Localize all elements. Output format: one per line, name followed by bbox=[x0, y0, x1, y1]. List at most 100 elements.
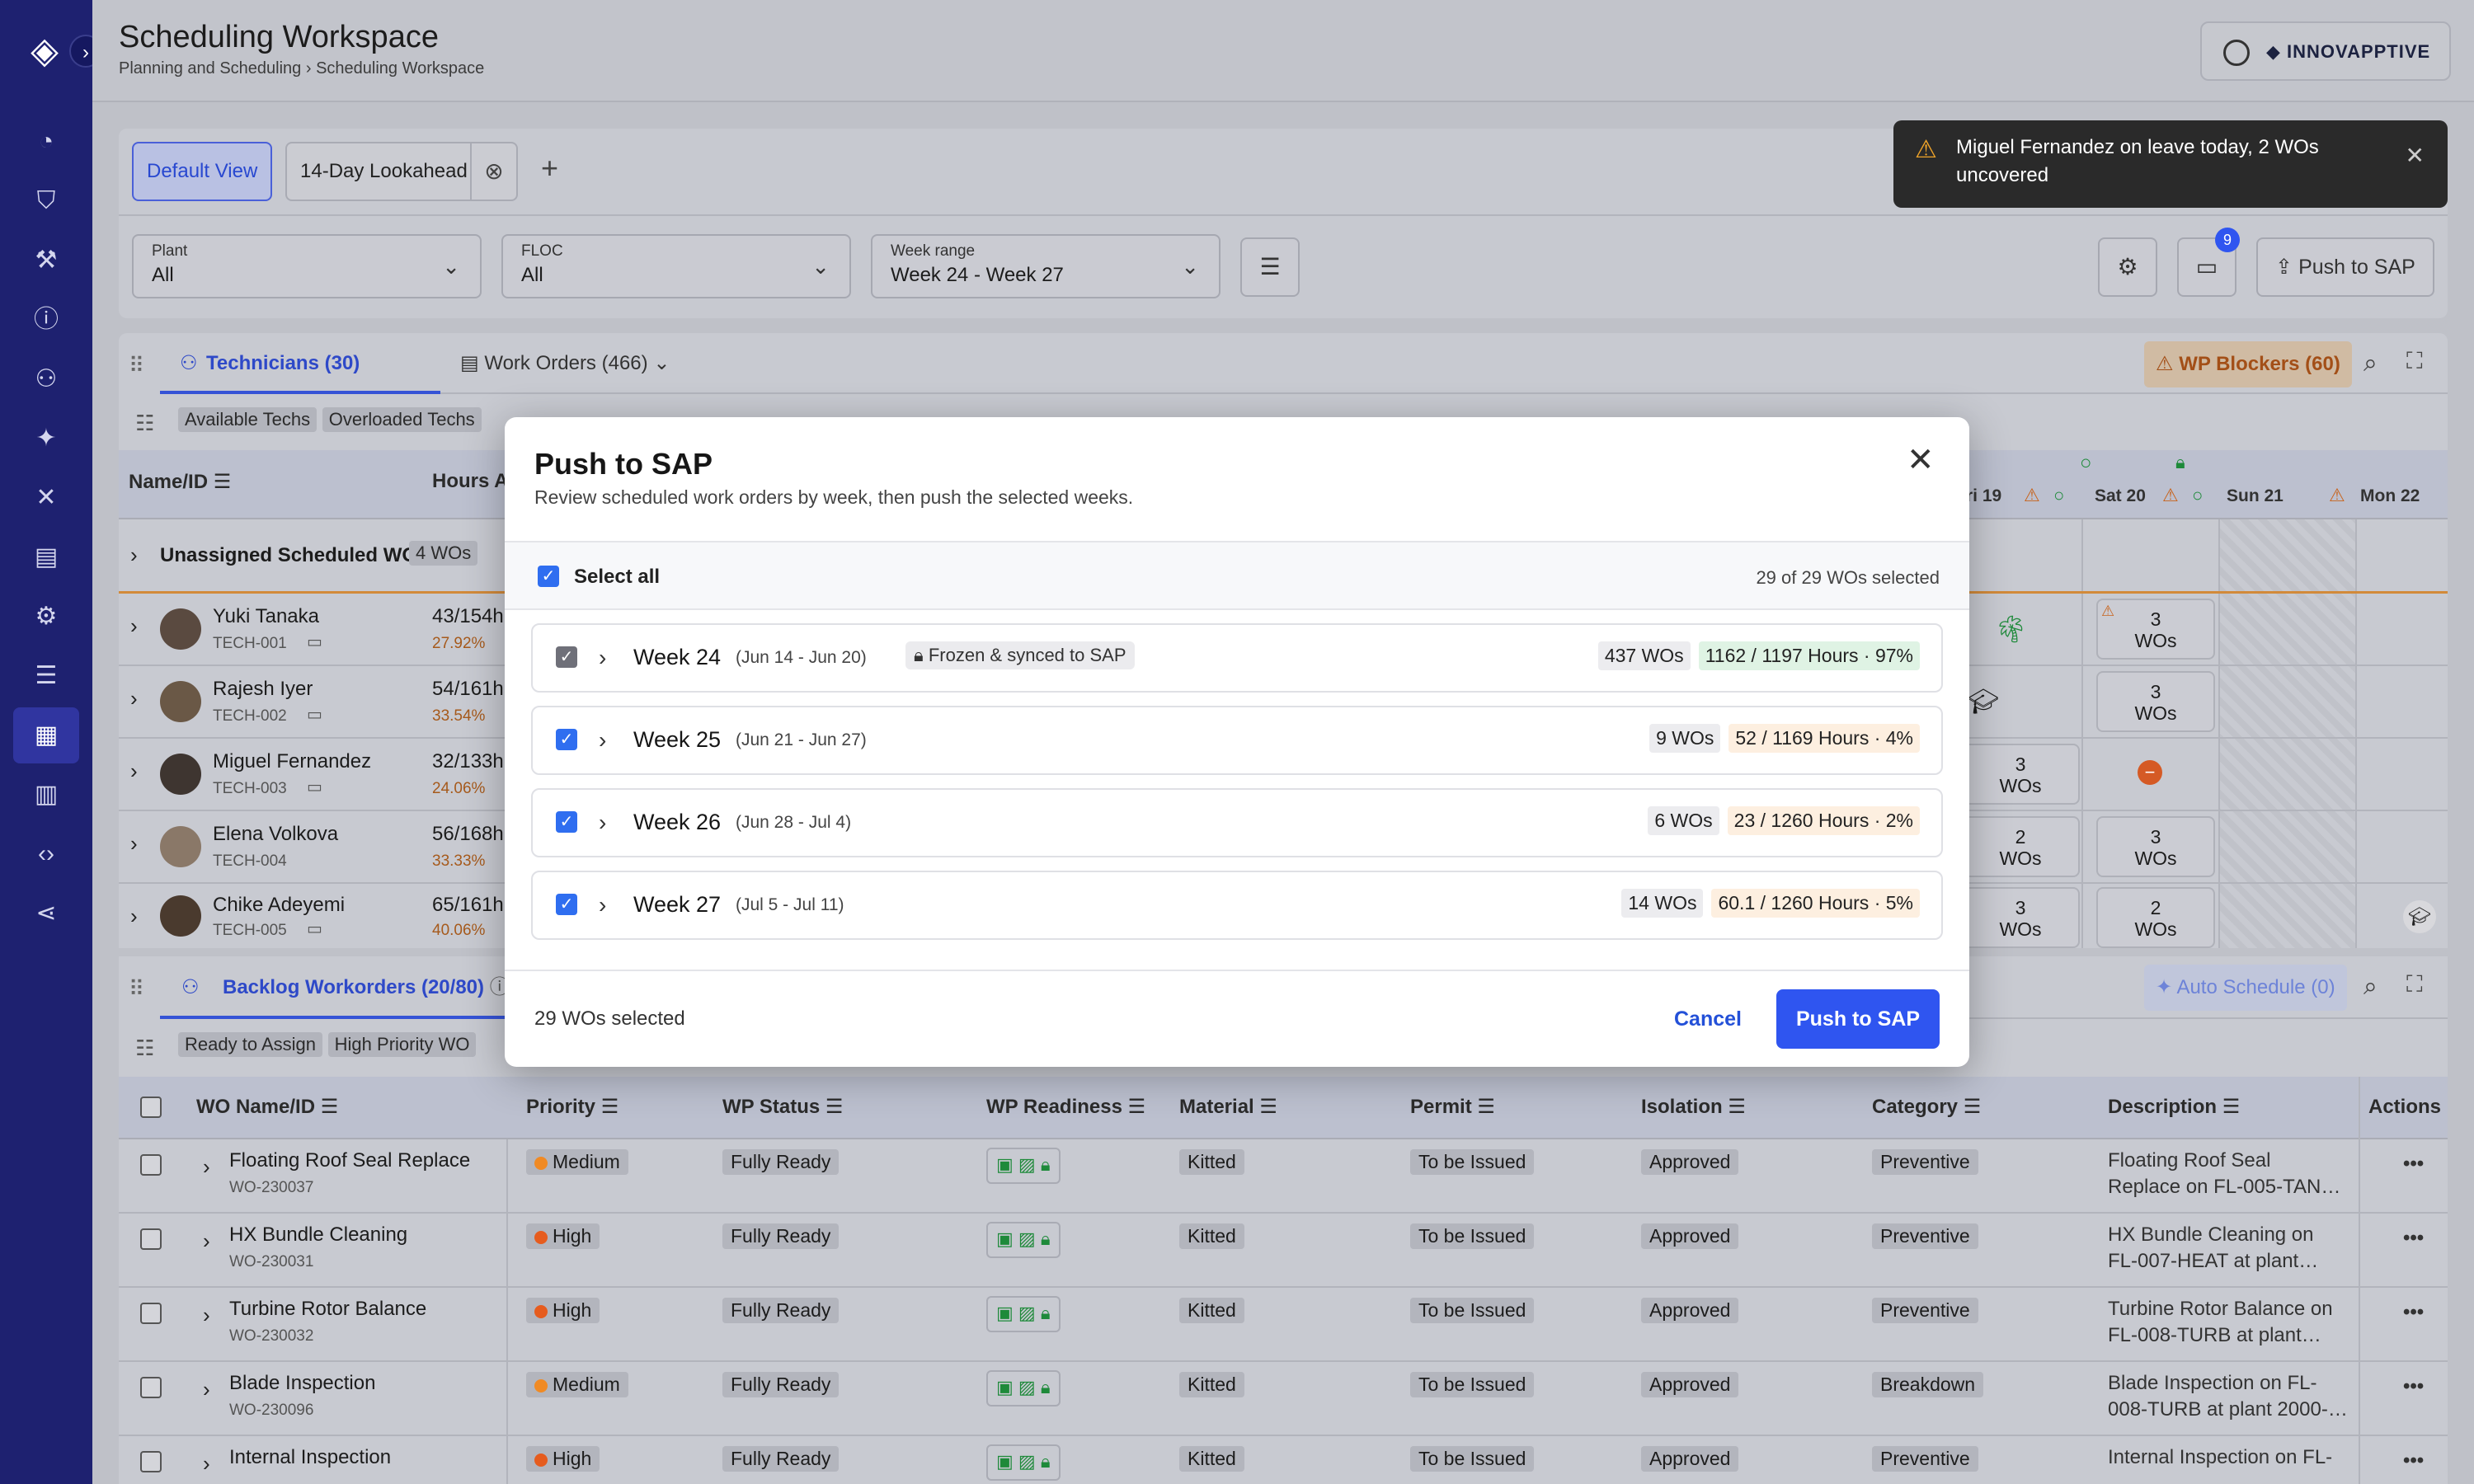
user-brand-button[interactable]: ◆ INNOVAPPTIVE bbox=[2200, 21, 2451, 81]
more-actions-icon[interactable]: ••• bbox=[2403, 1375, 2424, 1398]
week-checkbox[interactable]: ✓ bbox=[556, 729, 577, 750]
table-row[interactable]: › HX Bundle Cleaning WO-230031 High Fully Re… bbox=[119, 1214, 2448, 1288]
close-icon[interactable]: ✕ bbox=[2406, 142, 2425, 169]
readiness-icons[interactable]: ▣ ▨ 🔒︎ bbox=[986, 1444, 1061, 1481]
row-checkbox[interactable] bbox=[140, 1451, 162, 1472]
chip-overloaded-techs[interactable]: Overloaded Techs bbox=[322, 407, 482, 432]
wo-cell[interactable]: 3 WOs bbox=[1961, 887, 2080, 948]
chevron-right-icon[interactable]: › bbox=[599, 727, 606, 754]
week-checkbox[interactable]: ✓ bbox=[556, 894, 577, 915]
push-to-sap-toolbar-button[interactable]: ⇪ Push to SAP bbox=[2256, 237, 2434, 297]
breadcrumb-item[interactable]: Planning and Scheduling bbox=[119, 59, 301, 77]
gear-icon[interactable]: ⚙ bbox=[13, 589, 79, 645]
select-all-checkbox[interactable] bbox=[140, 1097, 162, 1118]
row-checkbox[interactable] bbox=[140, 1377, 162, 1398]
cancel-button[interactable]: Cancel bbox=[1663, 1001, 1753, 1038]
filter-button[interactable]: ☰ bbox=[1240, 237, 1300, 297]
more-actions-icon[interactable]: ••• bbox=[2403, 1449, 2424, 1472]
chevron-right-icon[interactable]: › bbox=[599, 645, 606, 671]
user-settings-icon[interactable]: ⚇ bbox=[13, 351, 79, 407]
comment-icon[interactable]: ▭ bbox=[307, 704, 322, 725]
wo-name[interactable]: Blade Inspection bbox=[229, 1372, 375, 1395]
row-checkbox[interactable] bbox=[140, 1228, 162, 1250]
readiness-icons[interactable]: ▣ ▨ 🔒︎ bbox=[986, 1222, 1061, 1258]
tools-icon[interactable]: ⚒ bbox=[13, 232, 79, 289]
chip-ready-to-assign[interactable]: Ready to Assign bbox=[178, 1032, 322, 1057]
wo-name[interactable]: Floating Roof Seal Replace bbox=[229, 1149, 470, 1172]
search-icon[interactable]: ⌕ bbox=[2363, 350, 2378, 378]
share-icon[interactable]: ⋖ bbox=[13, 885, 79, 942]
app-logo-icon[interactable]: ◈ bbox=[23, 30, 66, 73]
wo-cell[interactable]: 3 WOs bbox=[1961, 744, 2080, 805]
comment-icon[interactable]: ▭ bbox=[307, 918, 322, 939]
chip-available-techs[interactable]: Available Techs bbox=[178, 407, 317, 432]
settings-button[interactable]: ⚙ bbox=[2098, 237, 2157, 297]
wo-cell[interactable]: 3 WOs bbox=[2096, 671, 2215, 732]
chevron-right-icon[interactable]: › bbox=[130, 542, 138, 568]
search-icon[interactable]: ⌕ bbox=[2363, 973, 2378, 1001]
wrench-icon[interactable]: ✕ bbox=[13, 470, 79, 526]
wo-name[interactable]: HX Bundle Cleaning bbox=[229, 1223, 407, 1247]
row-checkbox[interactable] bbox=[140, 1154, 162, 1176]
chevron-right-icon[interactable]: › bbox=[203, 1303, 210, 1328]
table-icon[interactable]: ▥ bbox=[13, 767, 79, 823]
chevron-right-icon[interactable]: › bbox=[203, 1377, 210, 1402]
add-view-button[interactable]: + bbox=[541, 150, 558, 186]
filter-settings-icon[interactable]: ☷ bbox=[135, 1036, 154, 1061]
more-actions-icon[interactable]: ••• bbox=[2403, 1153, 2424, 1176]
tab-technicians[interactable]: ⚇ Technicians (30) bbox=[160, 333, 440, 394]
wo-cell[interactable]: 3 WOs bbox=[2096, 816, 2215, 877]
chevron-right-icon[interactable]: › bbox=[130, 831, 138, 857]
chevron-right-icon[interactable]: › bbox=[203, 1451, 210, 1477]
chip-high-priority-wo[interactable]: High Priority WO bbox=[327, 1032, 477, 1057]
wo-name[interactable]: Turbine Rotor Balance bbox=[229, 1298, 426, 1321]
week-range-select[interactable]: Week range Week 24 - Week 27 ⌄ bbox=[871, 234, 1221, 298]
chevron-right-icon[interactable]: › bbox=[130, 758, 138, 784]
comments-button[interactable]: ▭ 9 bbox=[2177, 228, 2240, 297]
week-checkbox[interactable]: ✓ bbox=[556, 646, 577, 668]
tab-14-day-lookahead[interactable]: 14-Day Lookahead ⊗ bbox=[285, 142, 518, 201]
push-to-sap-button[interactable]: Push to SAP bbox=[1776, 989, 1940, 1049]
table-row[interactable]: › Turbine Rotor Balance WO-230032 High Fully… bbox=[119, 1288, 2448, 1362]
more-actions-icon[interactable]: ••• bbox=[2403, 1301, 2424, 1324]
wo-cell[interactable]: ⚠ 3 WOs bbox=[2096, 599, 2215, 660]
code-icon[interactable]: ‹› bbox=[13, 826, 79, 882]
close-tab-icon[interactable]: ⊗ bbox=[470, 143, 516, 200]
wo-cell[interactable]: 2 WOs bbox=[2096, 887, 2215, 948]
alert-icon[interactable]: ⓘ bbox=[13, 292, 79, 348]
select-all-label[interactable]: Select all bbox=[574, 566, 660, 589]
drag-handle-icon[interactable]: ⠿ bbox=[129, 353, 144, 378]
comment-icon[interactable]: ▭ bbox=[307, 632, 322, 652]
chevron-right-icon[interactable]: › bbox=[130, 904, 138, 929]
row-checkbox[interactable] bbox=[140, 1303, 162, 1324]
shield-icon[interactable]: ⛉ bbox=[13, 173, 79, 229]
chevron-right-icon[interactable]: › bbox=[599, 810, 606, 836]
filter-settings-icon[interactable]: ☷ bbox=[135, 411, 154, 436]
calendar-icon[interactable]: ▦ bbox=[13, 707, 79, 763]
wo-cell[interactable]: 2 WOs bbox=[1961, 816, 2080, 877]
chevron-right-icon[interactable]: › bbox=[203, 1228, 210, 1254]
table-row[interactable]: › Floating Roof Seal Replace WO-230037 Medi… bbox=[119, 1139, 2448, 1214]
expand-icon[interactable]: ⛶ bbox=[2406, 348, 2423, 375]
week-row[interactable]: ✓ › Week 27 (Jul 5 - Jul 11) 14 WOs 60.1… bbox=[531, 871, 1943, 940]
week-row[interactable]: ✓ › Week 25 (Jun 21 - Jun 27) 9 WOs 52 /… bbox=[531, 706, 1943, 775]
list-icon[interactable]: ☰ bbox=[13, 648, 79, 704]
table-row[interactable]: › Blade Inspection WO-230096 Medium Fully Re… bbox=[119, 1362, 2448, 1436]
select-all-checkbox[interactable]: ✓ bbox=[538, 566, 559, 587]
chevron-right-icon[interactable]: › bbox=[203, 1154, 210, 1180]
sparkle-icon[interactable]: ✦ bbox=[13, 411, 79, 467]
week-row[interactable]: ✓ › Week 26 (Jun 28 - Jul 4) 6 WOs 23 / … bbox=[531, 788, 1943, 857]
week-checkbox[interactable]: ✓ bbox=[556, 811, 577, 833]
table-row[interactable]: › Internal Inspection High Fully Ready ▣ ▨ 🔒… bbox=[119, 1436, 2448, 1484]
document-icon[interactable]: ▤ bbox=[13, 529, 79, 585]
wp-blockers-button[interactable]: ⚠ WP Blockers (60) bbox=[2144, 341, 2352, 387]
readiness-icons[interactable]: ▣ ▨ 🔒︎ bbox=[986, 1296, 1061, 1332]
plant-select[interactable]: Plant All ⌄ bbox=[132, 234, 482, 298]
more-actions-icon[interactable]: ••• bbox=[2403, 1227, 2424, 1250]
close-icon[interactable]: ✕ bbox=[1907, 444, 1935, 477]
dashboard-icon[interactable]: ◔ bbox=[13, 114, 79, 170]
tab-work-orders[interactable]: ▤ Work Orders (466) ⌄ bbox=[460, 333, 670, 394]
floc-select[interactable]: FLOC All ⌄ bbox=[501, 234, 851, 298]
wo-name[interactable]: Internal Inspection bbox=[229, 1446, 391, 1469]
tab-default-view[interactable]: Default View bbox=[132, 142, 273, 201]
